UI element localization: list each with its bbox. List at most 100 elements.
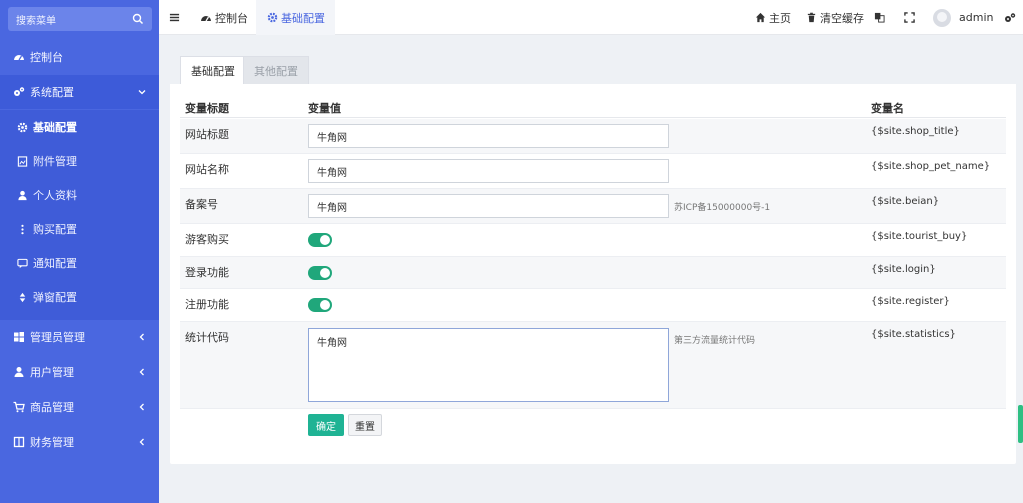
tab-basic[interactable]: 基础配置 — [180, 56, 246, 84]
tab-console-label: 控制台 — [215, 11, 248, 25]
login-toggle[interactable] — [308, 266, 332, 280]
cart-icon — [12, 400, 26, 414]
table-row: 统计代码 牛角网 第三方流量统计代码 {$site.statistics} — [180, 322, 1006, 409]
tab-console[interactable]: 控制台 — [200, 0, 248, 35]
statistics-hint: 第三方流量统计代码 — [674, 336, 756, 346]
submenu-item-purchase-config[interactable]: 购买配置 — [0, 212, 159, 246]
ellipsis-v-icon — [16, 223, 28, 235]
system-config-submenu: 基础配置 附件管理 个人资料 购买配置 通知配置 弹窗配置 — [0, 110, 159, 320]
username: admin — [959, 11, 994, 24]
sidebar-item-label: 控制台 — [30, 51, 63, 64]
windows-icon — [12, 330, 26, 344]
sidebar-item-dashboard[interactable]: 控制台 — [0, 40, 159, 74]
clear-cache-button[interactable]: 清空缓存 — [805, 0, 864, 35]
submenu-item-label: 弹窗配置 — [33, 291, 77, 304]
statistics-textarea[interactable]: 牛角网 — [308, 328, 669, 402]
sidebar-item-label: 系统配置 — [30, 86, 74, 99]
dashboard-icon — [200, 12, 212, 24]
table-row: 注册功能 {$site.register} — [180, 289, 1006, 322]
sidebar-item-product-management[interactable]: 商品管理 — [0, 390, 159, 424]
row-var-name: {$site.tourist_buy} — [871, 231, 968, 242]
site-title-input[interactable]: 牛角网 — [308, 124, 669, 148]
submenu-item-basic-config[interactable]: 基础配置 — [0, 110, 159, 144]
sidebar-item-user-management[interactable]: 用户管理 — [0, 355, 159, 389]
user-menu[interactable]: admin — [933, 0, 993, 35]
settings-button[interactable] — [1004, 0, 1016, 35]
table-row: 备案号 牛角网 苏ICP备15000000号-1 {$site.beian} — [180, 189, 1006, 224]
chevron-left-icon — [139, 333, 144, 341]
column-header-value: 变量值 — [308, 102, 341, 115]
sidebar-item-finance-management[interactable]: 财务管理 — [0, 425, 159, 459]
home-link-label: 主页 — [769, 11, 791, 25]
menu-search-input[interactable]: 搜索菜单 — [16, 12, 132, 27]
column-header-title: 变量标题 — [185, 102, 229, 115]
row-title: 网站名称 — [185, 163, 229, 176]
row-title: 游客购买 — [185, 233, 229, 246]
submenu-item-attachments[interactable]: 附件管理 — [0, 144, 159, 178]
submenu-item-popup-config[interactable]: 弹窗配置 — [0, 280, 159, 314]
table-row: 登录功能 {$site.login} — [180, 257, 1006, 289]
cog-icon — [16, 121, 28, 133]
sidebar-item-admin-management[interactable]: 管理员管理 — [0, 320, 159, 354]
user-icon — [16, 189, 28, 201]
sidebar-toggle[interactable] — [169, 0, 180, 35]
submenu-item-profile[interactable]: 个人资料 — [0, 178, 159, 212]
fullscreen-icon — [904, 12, 915, 23]
sort-icon — [16, 291, 28, 303]
sidebar-item-label: 财务管理 — [30, 436, 74, 449]
row-title: 网站标题 — [185, 128, 229, 141]
table-row: 游客购买 {$site.tourist_buy} — [180, 224, 1006, 257]
sidebar: 搜索菜单 控制台 系统配置 基础配置 附件管理 个人资料 购买配置 通知配置 弹… — [0, 0, 159, 503]
config-tabs: 基础配置 其他配置 — [170, 46, 1016, 84]
chevron-left-icon — [139, 438, 144, 446]
cogs-icon — [1005, 12, 1016, 22]
tab-basic-config[interactable]: 基础配置 — [256, 0, 335, 35]
table-row: 网站名称 牛角网 {$site.shop_pet_name} — [180, 154, 1006, 189]
menu-search[interactable]: 搜索菜单 — [8, 7, 152, 31]
row-var-name: {$site.login} — [871, 264, 936, 275]
submenu-item-notify-config[interactable]: 通知配置 — [0, 246, 159, 280]
chevron-left-icon — [139, 368, 144, 376]
chevron-down-icon — [138, 90, 146, 95]
submit-button[interactable]: 确定 — [308, 414, 344, 436]
home-icon — [754, 12, 766, 24]
row-title: 备案号 — [185, 198, 218, 211]
reset-button[interactable]: 重置 — [348, 414, 382, 436]
sidebar-item-label: 管理员管理 — [30, 331, 85, 344]
bars-icon — [169, 13, 180, 22]
scrollbar[interactable] — [1018, 405, 1023, 443]
chevron-left-icon — [139, 403, 144, 411]
tourist-buy-toggle[interactable] — [308, 233, 332, 247]
top-navbar: 控制台 基础配置 主页 清空缓存 admin — [159, 0, 1023, 35]
row-title: 登录功能 — [185, 266, 229, 279]
row-var-name: {$site.beian} — [871, 196, 940, 207]
site-name-input[interactable]: 牛角网 — [308, 159, 669, 183]
table-header: 变量标题 变量值 变量名 — [180, 96, 1006, 118]
beian-hint: 苏ICP备15000000号-1 — [674, 203, 771, 213]
beian-input[interactable]: 牛角网 — [308, 194, 669, 218]
tab-other[interactable]: 其他配置 — [243, 56, 309, 84]
submenu-item-label: 附件管理 — [33, 155, 77, 168]
sidebar-item-label: 用户管理 — [30, 366, 74, 379]
fullscreen-button[interactable] — [904, 0, 915, 35]
book-icon — [12, 435, 26, 449]
submenu-item-label: 购买配置 — [33, 223, 77, 236]
comment-icon — [16, 257, 28, 269]
row-title: 注册功能 — [185, 298, 229, 311]
file-image-icon — [16, 155, 28, 167]
cogs-icon — [12, 85, 26, 99]
translate-button[interactable] — [874, 0, 885, 35]
row-title: 统计代码 — [185, 331, 229, 344]
home-link[interactable]: 主页 — [754, 0, 791, 35]
sidebar-item-label: 商品管理 — [30, 401, 74, 414]
row-var-name: {$site.shop_title} — [871, 126, 960, 137]
row-var-name: {$site.shop_pet_name} — [871, 161, 991, 172]
table-row: 网站标题 牛角网 {$site.shop_title} — [180, 119, 1006, 154]
language-icon — [874, 12, 885, 23]
submenu-item-label: 通知配置 — [33, 257, 77, 270]
sidebar-item-system-config[interactable]: 系统配置 — [0, 75, 159, 109]
tab-basic-config-label: 基础配置 — [281, 11, 325, 25]
search-icon — [132, 13, 144, 25]
column-header-var: 变量名 — [871, 102, 904, 115]
register-toggle[interactable] — [308, 298, 332, 312]
